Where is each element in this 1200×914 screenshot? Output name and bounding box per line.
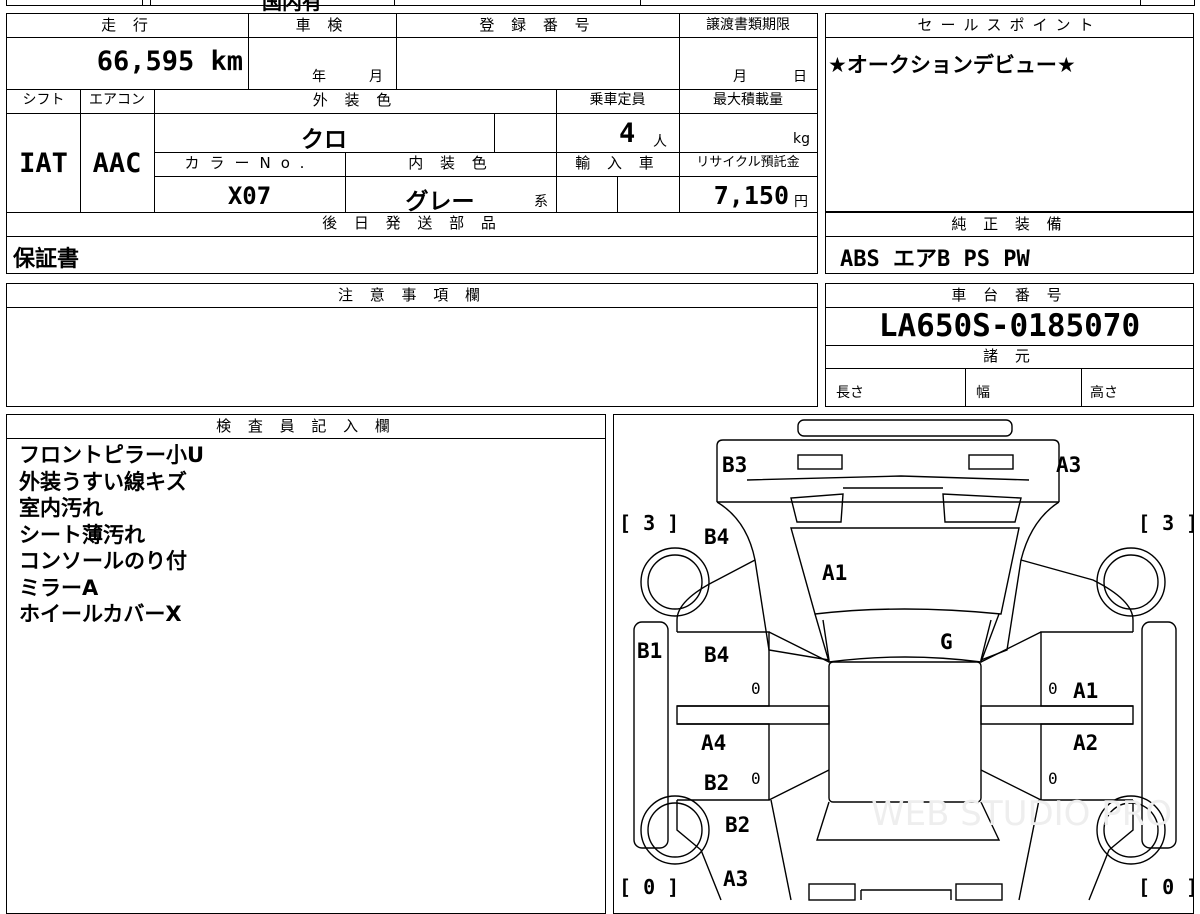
zero-marker: 0 (1048, 769, 1058, 788)
width-label: 幅 (976, 385, 990, 401)
mileage-value: 66,595 km (96, 46, 243, 77)
interior-color-value: グレー (405, 189, 475, 215)
standard-equipment-box: 純 正 装 備 ABS エアB PS PW (825, 212, 1194, 274)
max-load-unit: kg (793, 131, 810, 147)
damage-label-a3-top: A3 (1056, 453, 1081, 477)
standard-equipment-label: 純 正 装 備 (951, 215, 1068, 233)
notes-label: 注 意 事 項 欄 (337, 286, 487, 304)
damage-label-b1: B1 (637, 639, 662, 663)
inspector-remarks-list: フロントピラー小U 外装うすい線キズ 室内汚れ シート薄汚れ コンソールのり付 … (7, 442, 605, 628)
remark-line: コンソールのり付 (19, 549, 187, 573)
tire-count-bottom-right: [ 0 ] (1138, 875, 1193, 899)
standard-equipment-value: ABS エアB PS PW (840, 247, 1030, 272)
zero-marker: 0 (751, 679, 761, 698)
car-diagram-svg: WEB STUDIO PRO B3 A3 B4 A1 B1 B4 G A1 A4… (619, 419, 1193, 901)
remark-line: ホイールカバーX (19, 602, 182, 626)
capacity-value: 4 (619, 118, 636, 149)
height-label: 高さ (1090, 385, 1118, 401)
shaken-month: 月 (369, 69, 383, 85)
sales-point-label: セールスポイント (917, 16, 1102, 34)
color-no-value: X07 (227, 182, 272, 210)
aircon-value: AAC (92, 148, 142, 179)
remark-line: ミラーA (19, 575, 99, 600)
exterior-color-value: クロ (301, 127, 347, 153)
recycle-unit: 円 (794, 194, 808, 210)
capacity-unit: 人 (653, 134, 667, 150)
chassis-specs-box: 車 台 番 号 LA650S-0185070 諸 元 長さ 幅 高さ (825, 283, 1194, 407)
remark-line: フロントピラー小U (19, 443, 205, 467)
remark-line: 室内汚れ (19, 496, 103, 520)
damage-label-b4-door: B4 (704, 643, 729, 667)
import-label: 輸 入 車 (575, 154, 660, 172)
damage-label-b4-upper: B4 (704, 525, 729, 549)
shift-label: シフト (22, 92, 65, 108)
watermark: WEB STUDIO PRO (871, 794, 1172, 834)
mileage-label: 走 行 (101, 16, 154, 34)
damage-label-a1-door: A1 (1073, 679, 1098, 703)
later-parts-label: 後 日 発 送 部 品 (322, 214, 502, 232)
later-parts-value: 保証書 (13, 247, 80, 272)
tire-count-top-left: [ 3 ] (619, 511, 679, 535)
shaken-label: 車 検 (295, 16, 349, 34)
interior-color-suffix: 系 (534, 194, 548, 210)
top-cut-strip: 国内有 (0, 0, 1200, 14)
shaken-year: 年 (312, 69, 326, 85)
zero-marker: 0 (751, 769, 761, 788)
aircon-label: エアコン (89, 92, 145, 108)
sales-point-value: ★オークションデビュー★ (828, 53, 1076, 77)
inspector-remarks-box: 検 査 員 記 入 欄 フロントピラー小U 外装うすい線キズ 室内汚れ シート薄… (6, 414, 606, 914)
tire-count-top-right: [ 3 ] (1138, 511, 1193, 535)
chassis-no-label: 車 台 番 号 (951, 286, 1068, 304)
damage-label-a1-windshield: A1 (822, 561, 847, 585)
zero-marker: 0 (1048, 679, 1058, 698)
damage-label-a3-bottom: A3 (723, 867, 748, 891)
notes-box: 注 意 事 項 欄 (6, 283, 818, 407)
exterior-color-label: 外 装 色 (312, 91, 398, 109)
transfer-deadline-label: 譲渡書類期限 (706, 17, 790, 33)
damage-label-b2-left: B2 (704, 771, 729, 795)
chassis-no-value: LA650S-0185070 (878, 308, 1141, 344)
capacity-label: 乗車定員 (589, 92, 646, 108)
damage-label-b2-rear: B2 (725, 813, 750, 837)
inspector-label: 検 査 員 記 入 欄 (216, 417, 396, 435)
damage-label-a2: A2 (1073, 731, 1098, 755)
interior-color-label: 内 装 色 (408, 154, 493, 172)
sales-point-box: セールスポイント ★オークションデビュー★ (825, 13, 1194, 212)
remark-line: 外装うすい線キズ (19, 469, 187, 494)
remark-line: シート薄汚れ (19, 522, 145, 547)
color-no-label: カラーNo. (184, 154, 315, 172)
shift-value: IAT (19, 148, 68, 179)
damage-label-a4: A4 (701, 731, 726, 755)
tire-count-bottom-left: [ 0 ] (619, 875, 679, 899)
length-label: 長さ (836, 385, 864, 401)
damage-label-g: G (940, 630, 953, 654)
registration-label: 登 録 番 号 (479, 16, 596, 34)
damage-label-b3: B3 (722, 453, 747, 477)
specs-label: 諸 元 (983, 347, 1036, 365)
car-damage-diagram: WEB STUDIO PRO B3 A3 B4 A1 B1 B4 G A1 A4… (613, 414, 1194, 914)
transfer-month: 月 (733, 69, 747, 85)
transfer-day: 日 (793, 69, 807, 85)
max-load-label: 最大積載量 (713, 92, 783, 108)
recycle-value: 7,150 (713, 181, 789, 210)
vehicle-info-table: 走 行 車 検 登 録 番 号 譲渡書類期限 66,595 km 年 月 月 日… (6, 13, 818, 274)
recycle-label: リサイクル預託金 (696, 155, 800, 170)
